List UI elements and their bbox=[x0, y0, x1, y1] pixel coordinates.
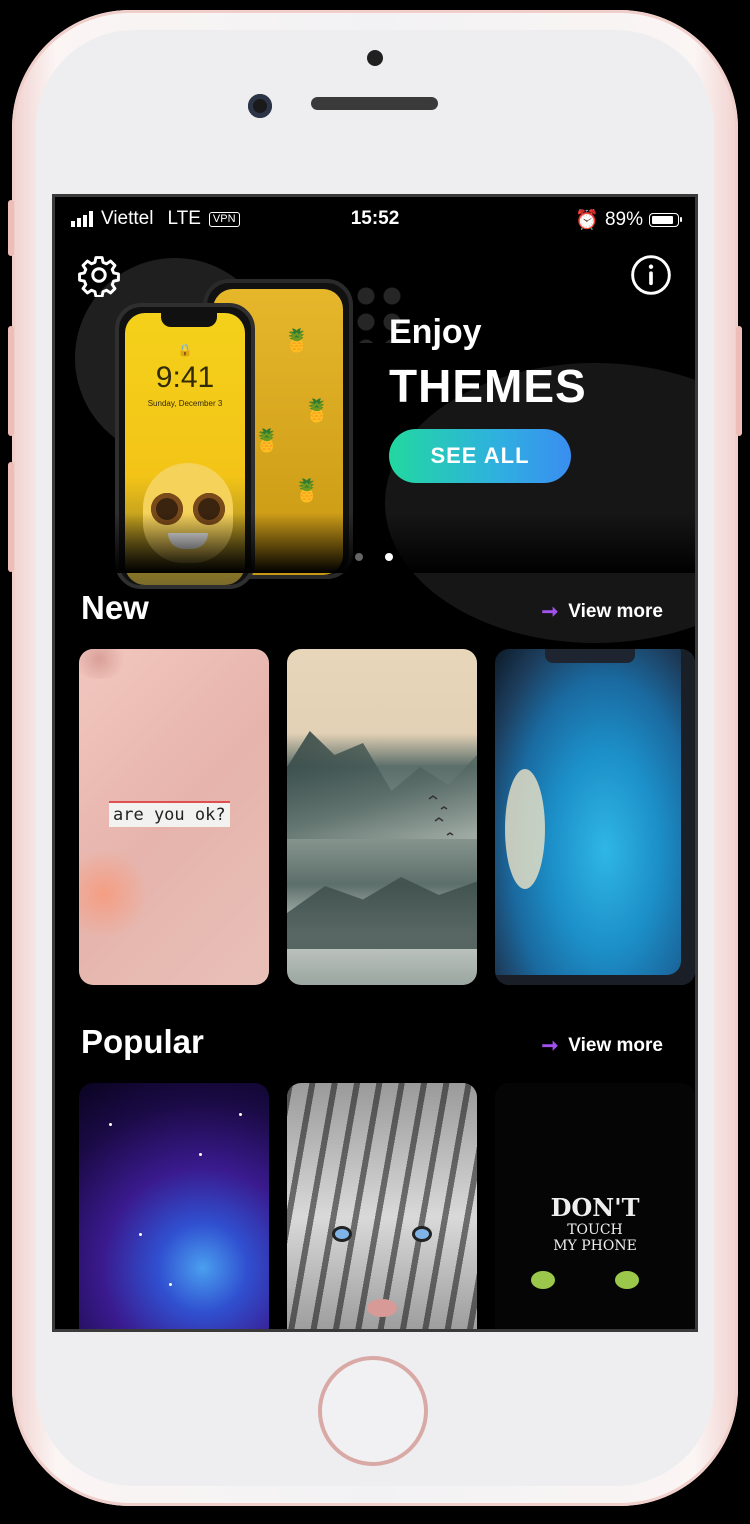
alarm-icon: ⏰ bbox=[575, 210, 599, 231]
preview-clock: 9:41 bbox=[155, 361, 215, 394]
popular-view-more-link[interactable]: ➞ View more bbox=[542, 1033, 663, 1058]
gear-icon[interactable] bbox=[77, 253, 121, 297]
wallpaper-card[interactable] bbox=[287, 1083, 477, 1329]
wallpaper-card[interactable] bbox=[287, 649, 477, 985]
phone-notch bbox=[161, 313, 217, 327]
see-all-button[interactable]: SEE ALL bbox=[389, 429, 571, 483]
earpiece-speaker bbox=[311, 97, 438, 110]
birds-icon bbox=[428, 795, 454, 836]
arrow-right-icon: ➞ bbox=[541, 1035, 559, 1057]
home-button[interactable] bbox=[318, 1356, 428, 1466]
pager-dot[interactable] bbox=[355, 553, 363, 561]
banner-fade bbox=[55, 513, 695, 573]
front-camera bbox=[248, 94, 272, 118]
lock-icon: 🔒 bbox=[177, 343, 193, 357]
arrow-right-icon: ➞ bbox=[541, 601, 559, 623]
wallpaper-card[interactable]: are you ok? bbox=[79, 649, 269, 985]
wallpaper-text-line: TOUCH bbox=[567, 1222, 623, 1238]
cat-eye bbox=[531, 1271, 555, 1289]
volume-up-button bbox=[8, 326, 14, 436]
tiger-eye bbox=[335, 1229, 349, 1239]
wallpaper-card[interactable] bbox=[79, 1083, 269, 1329]
cat-eye bbox=[615, 1271, 639, 1289]
section-title-popular: Popular bbox=[81, 1023, 204, 1060]
mute-switch bbox=[8, 200, 14, 256]
new-view-more-link[interactable]: ➞ View more bbox=[542, 599, 663, 624]
wallpaper-card[interactable]: DON'T TOUCH MY PHONE bbox=[495, 1083, 695, 1329]
view-more-label: View more bbox=[568, 600, 663, 622]
wallpaper-card[interactable] bbox=[495, 649, 695, 985]
banner-eyebrow: Enjoy bbox=[389, 313, 482, 351]
wallpaper-text-line: MY PHONE bbox=[553, 1238, 637, 1254]
battery-percent: 89% bbox=[604, 209, 643, 230]
power-button bbox=[736, 326, 742, 436]
preview-date: Sunday, December 3 bbox=[147, 399, 223, 408]
status-bar: Viettel LTE VPN 15:52 ⏰ 89% bbox=[55, 197, 695, 243]
app-screen: Viettel LTE VPN 15:52 ⏰ 89% 🍍 🍍 🍍 🍍 🍍 bbox=[52, 194, 698, 1332]
battery-icon bbox=[649, 213, 682, 227]
info-icon[interactable] bbox=[629, 253, 673, 297]
proximity-sensor bbox=[367, 50, 383, 66]
themes-banner[interactable]: 🍍 🍍 🍍 🍍 🍍 🔒 9:41 Sunday, December 3 bbox=[55, 243, 695, 643]
pineapple-icon: 🍍 bbox=[253, 429, 281, 454]
section-title-new: New bbox=[81, 589, 149, 626]
banner-pager[interactable] bbox=[355, 553, 393, 561]
status-right: ⏰ 89% bbox=[575, 208, 682, 232]
view-more-label: View more bbox=[568, 1034, 663, 1056]
pineapple-icon: 🍍 bbox=[283, 329, 311, 354]
pineapple-icon: 🍍 bbox=[303, 399, 331, 424]
wallpaper-text-line: DON'T bbox=[550, 1193, 640, 1222]
wallpaper-caption: are you ok? bbox=[109, 801, 230, 827]
pineapple-icon: 🍍 bbox=[293, 479, 321, 504]
tiger-eye bbox=[415, 1229, 429, 1239]
volume-down-button bbox=[8, 462, 14, 572]
banner-headline: THEMES bbox=[389, 360, 587, 412]
pager-dot-active[interactable] bbox=[385, 553, 393, 561]
